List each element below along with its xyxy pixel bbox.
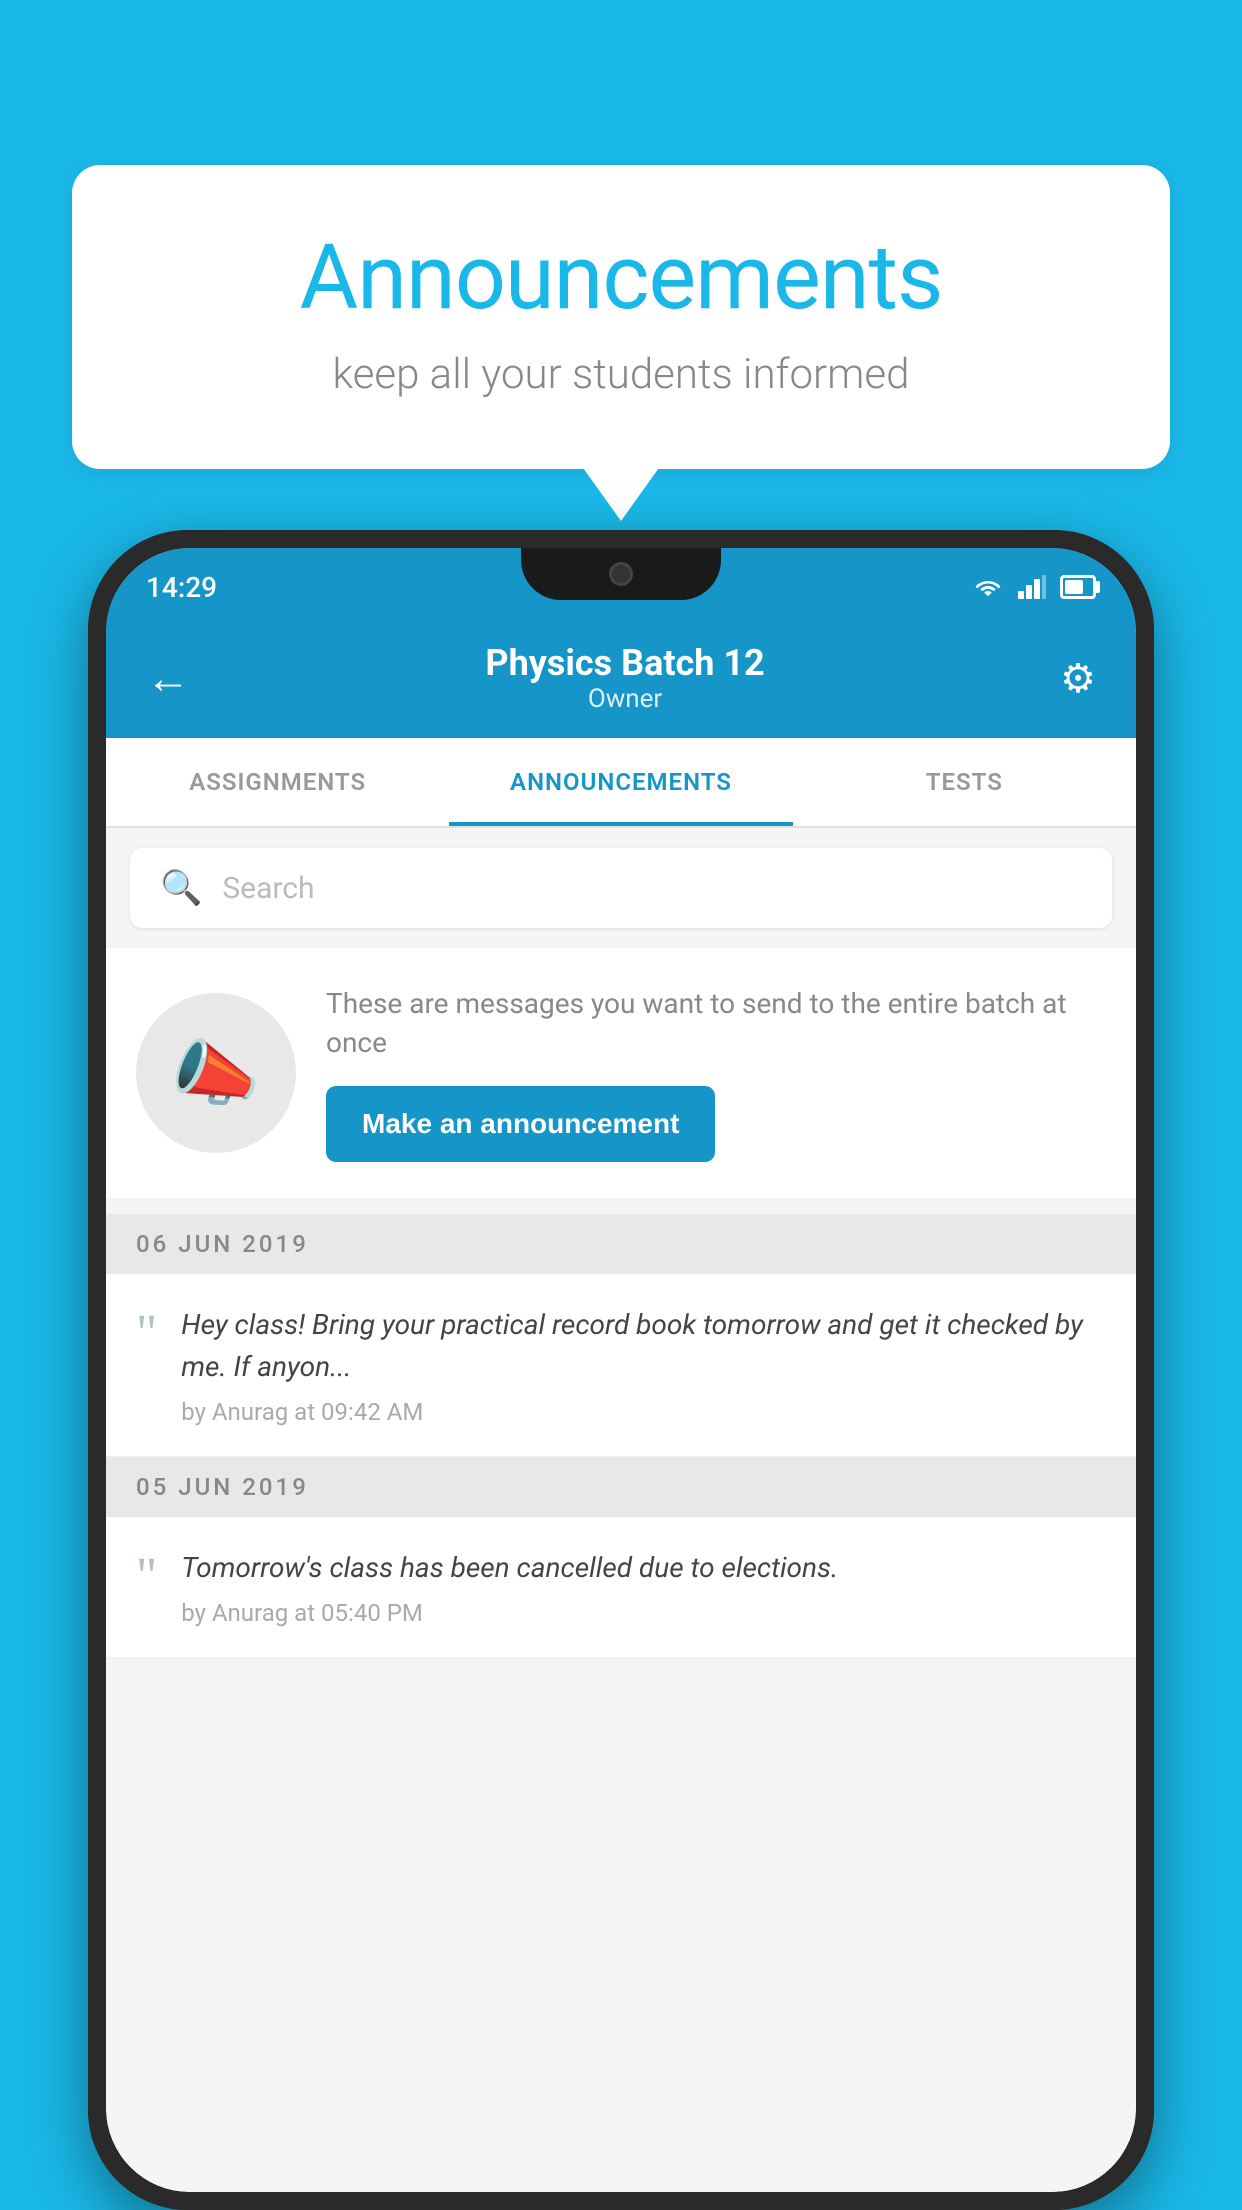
bubble-title: Announcements [152, 225, 1090, 330]
phone-frame: 14:29 [88, 530, 1154, 2210]
announcement-meta-2: by Anurag at 05:40 PM [181, 1599, 1106, 1627]
phone-screen: 14:29 [106, 548, 1136, 2192]
promo-icon-circle: 📣 [136, 993, 296, 1153]
tab-announcements[interactable]: ANNOUNCEMENTS [449, 738, 792, 826]
announcement-meta-1: by Anurag at 09:42 AM [181, 1398, 1106, 1426]
announcement-item-2[interactable]: " Tomorrow's class has been cancelled du… [106, 1517, 1136, 1658]
megaphone-icon: 📣 [171, 1031, 261, 1116]
bubble-subtitle: keep all your students informed [152, 350, 1090, 399]
speech-bubble: Announcements keep all your students inf… [72, 165, 1170, 469]
announcement-text-2: Tomorrow's class has been cancelled due … [181, 1547, 1106, 1589]
search-placeholder: Search [222, 871, 314, 906]
app-header: ← Physics Batch 12 Owner ⚙ [106, 618, 1136, 738]
front-camera [609, 562, 633, 586]
tab-tests[interactable]: TESTS [793, 738, 1136, 826]
content-area: 🔍 Search 📣 These are messages you want t… [106, 828, 1136, 2192]
tabs-bar: ASSIGNMENTS ANNOUNCEMENTS TESTS [106, 738, 1136, 828]
date-separator-2: 05 JUN 2019 [106, 1457, 1136, 1517]
make-announcement-button[interactable]: Make an announcement [326, 1086, 715, 1162]
status-icons [972, 567, 1096, 599]
announcement-content-2: Tomorrow's class has been cancelled due … [181, 1547, 1106, 1627]
search-icon: 🔍 [160, 868, 202, 908]
announcement-text-1: Hey class! Bring your practical record b… [181, 1304, 1106, 1388]
notch [521, 548, 721, 600]
header-subtitle: Owner [485, 684, 764, 714]
back-button[interactable]: ← [146, 652, 190, 704]
phone-wrapper: 14:29 [88, 530, 1154, 2210]
status-time: 14:29 [146, 563, 217, 604]
announcement-item-1[interactable]: " Hey class! Bring your practical record… [106, 1274, 1136, 1457]
promo-card: 📣 These are messages you want to send to… [106, 948, 1136, 1198]
header-title: Physics Batch 12 [485, 642, 764, 684]
quote-icon-2: " [136, 1551, 157, 1603]
battery-icon [1060, 575, 1096, 599]
quote-icon-1: " [136, 1308, 157, 1360]
search-bar[interactable]: 🔍 Search [130, 848, 1112, 928]
date-separator-1: 06 JUN 2019 [106, 1214, 1136, 1274]
tab-assignments[interactable]: ASSIGNMENTS [106, 738, 449, 826]
header-title-group: Physics Batch 12 Owner [485, 642, 764, 714]
settings-button[interactable]: ⚙ [1060, 655, 1096, 702]
announcement-content-1: Hey class! Bring your practical record b… [181, 1304, 1106, 1426]
promo-description: These are messages you want to send to t… [326, 984, 1106, 1062]
wifi-icon [972, 575, 1004, 599]
promo-right: These are messages you want to send to t… [326, 984, 1106, 1162]
signal-icon [1018, 575, 1046, 599]
battery-fill [1065, 580, 1083, 594]
